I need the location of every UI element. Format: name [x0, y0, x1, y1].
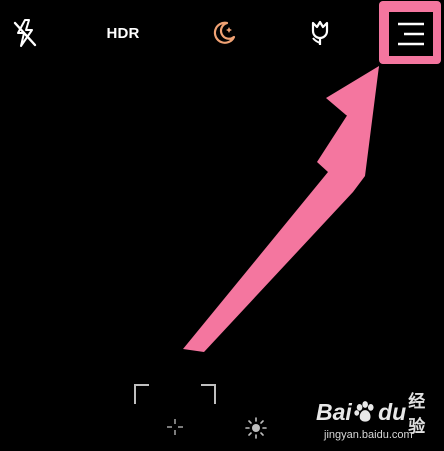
- baidu-paw-icon: [354, 401, 374, 422]
- watermark-brand-right: du: [378, 398, 407, 425]
- watermark-brand-left: Bai: [316, 398, 352, 425]
- pointer-arrow-icon: [183, 66, 379, 352]
- baidu-jingyan-watermark: Bai du 经验 jingyan.baidu.com: [316, 392, 440, 447]
- watermark-brand: Bai du 经验: [316, 392, 440, 436]
- focus-point-icon: [167, 419, 183, 435]
- sun-exposure-icon[interactable]: [245, 417, 267, 439]
- focus-frame-icon: [134, 384, 216, 404]
- watermark-url: jingyan.baidu.com: [324, 429, 413, 441]
